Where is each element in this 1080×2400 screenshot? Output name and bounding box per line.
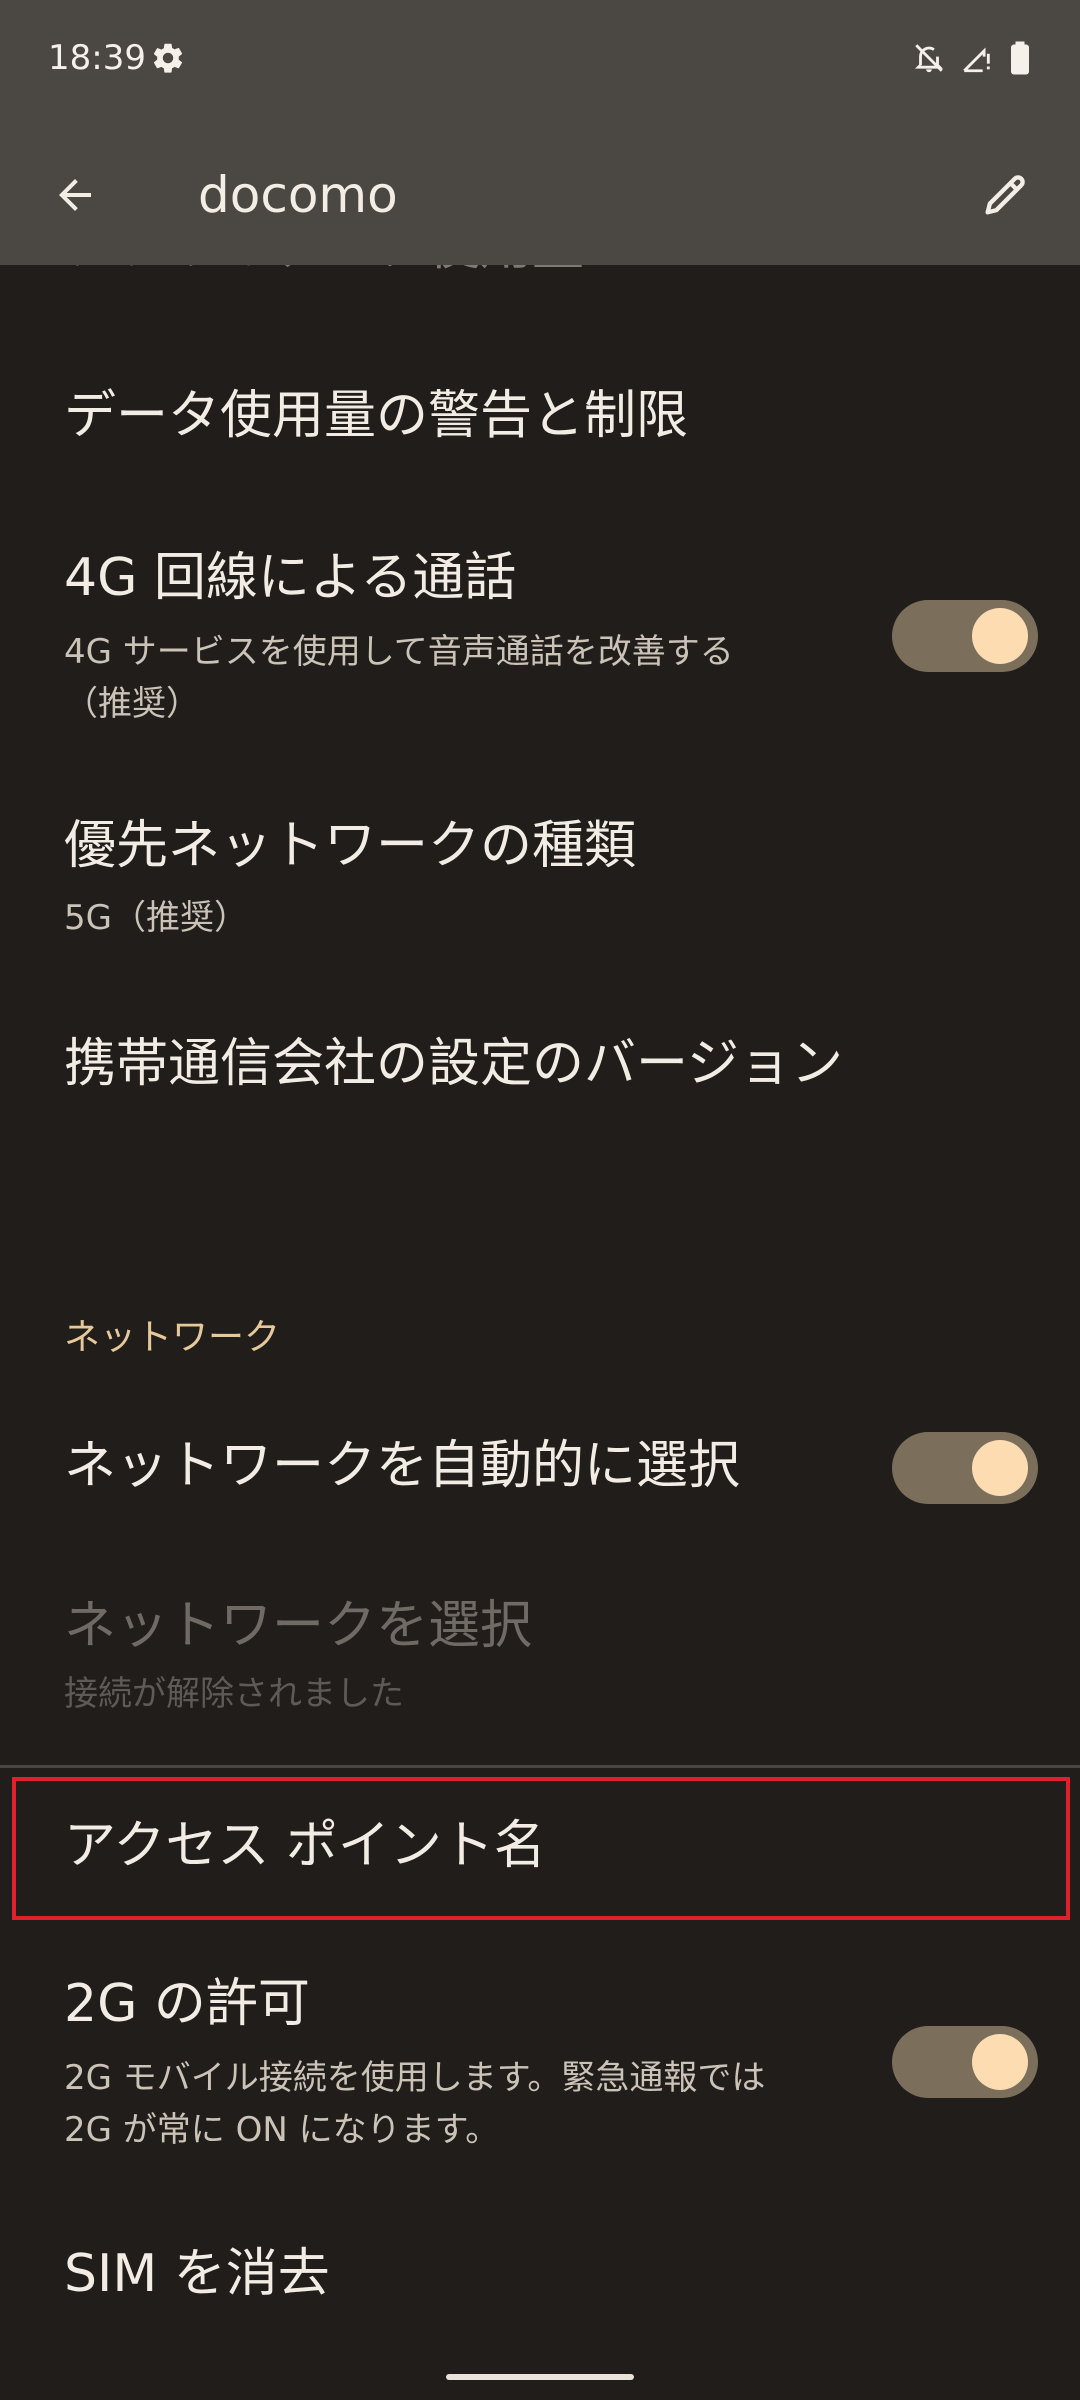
select-network-summary: 接続が解除されました	[64, 1674, 404, 1714]
auto-select-network-title: ネットワークを自動的に選択	[64, 1436, 741, 1496]
status-icons	[912, 38, 1032, 78]
erase-sim-title: SIM を消去	[64, 2244, 330, 2304]
allow-2g-toggle[interactable]	[892, 2026, 1038, 2098]
erase-sim-item[interactable]: SIM を消去	[64, 2240, 330, 2308]
carrier-settings-version-title: 携帯通信会社の設定のバージョン	[64, 1034, 843, 1094]
select-network-title: ネットワークを選択	[64, 1596, 533, 1656]
gesture-nav-handle[interactable]	[446, 2374, 634, 2380]
volte-calling-toggle[interactable]	[892, 600, 1038, 672]
settings-list: アプリのデータ使用量 データ使用量の警告と制限 4G 回線による通話 4G サー…	[0, 0, 1080, 2400]
auto-select-network-item[interactable]: ネットワークを自動的に選択	[64, 1432, 740, 1500]
toolbar: docomo	[0, 130, 1080, 260]
app-bar: 18:39 docomo	[0, 0, 1080, 265]
page-title: docomo	[198, 166, 398, 224]
status-bar: 18:39	[0, 0, 1080, 118]
settings-gear-icon	[150, 40, 186, 76]
highlight-box	[12, 1777, 1070, 1920]
volte-calling-summary-line2: （推奨）	[64, 684, 200, 724]
arrow-back-icon	[59, 179, 91, 211]
carrier-settings-version-item[interactable]: 携帯通信会社の設定のバージョン	[64, 1030, 843, 1098]
data-warning-limit-title: データ使用量の警告と制限	[64, 386, 689, 446]
notifications-off-icon	[912, 41, 946, 75]
toggle-knob	[972, 2034, 1028, 2090]
toggle-knob	[972, 1440, 1028, 1496]
allow-2g-title: 2G の許可	[64, 1974, 310, 2034]
allow-2g-item[interactable]: 2G の許可 2G モバイル接続を使用します。緊急通報では 2G が常に ON …	[64, 1970, 765, 2156]
back-button[interactable]	[40, 160, 110, 230]
volte-calling-title: 4G 回線による通話	[64, 548, 517, 608]
edit-pencil-icon	[985, 175, 1025, 215]
preferred-network-type-item[interactable]: 優先ネットワークの種類 5G（推奨）	[64, 812, 636, 944]
auto-select-network-toggle[interactable]	[892, 1432, 1038, 1504]
edit-button[interactable]	[970, 160, 1040, 230]
volte-calling-item[interactable]: 4G 回線による通話 4G サービスを使用して音声通話を改善する （推奨）	[64, 544, 734, 730]
volte-calling-summary-line1: 4G サービスを使用して音声通話を改善する	[64, 632, 734, 672]
divider	[0, 1765, 1080, 1768]
network-section-header: ネットワーク	[64, 1317, 281, 1358]
data-warning-limit-item[interactable]: データ使用量の警告と制限	[64, 382, 688, 450]
signal-alert-icon	[960, 41, 994, 75]
preferred-network-type-summary: 5G（推奨）	[64, 898, 248, 938]
allow-2g-summary-line1: 2G モバイル接続を使用します。緊急通報では	[64, 2058, 766, 2098]
preferred-network-type-title: 優先ネットワークの種類	[64, 816, 637, 876]
allow-2g-summary-line2: 2G が常に ON になります。	[64, 2110, 500, 2150]
toggle-knob	[972, 608, 1028, 664]
battery-icon	[1008, 40, 1032, 76]
select-network-item: ネットワークを選択 接続が解除されました	[64, 1592, 532, 1720]
status-time: 18:39	[48, 38, 146, 78]
